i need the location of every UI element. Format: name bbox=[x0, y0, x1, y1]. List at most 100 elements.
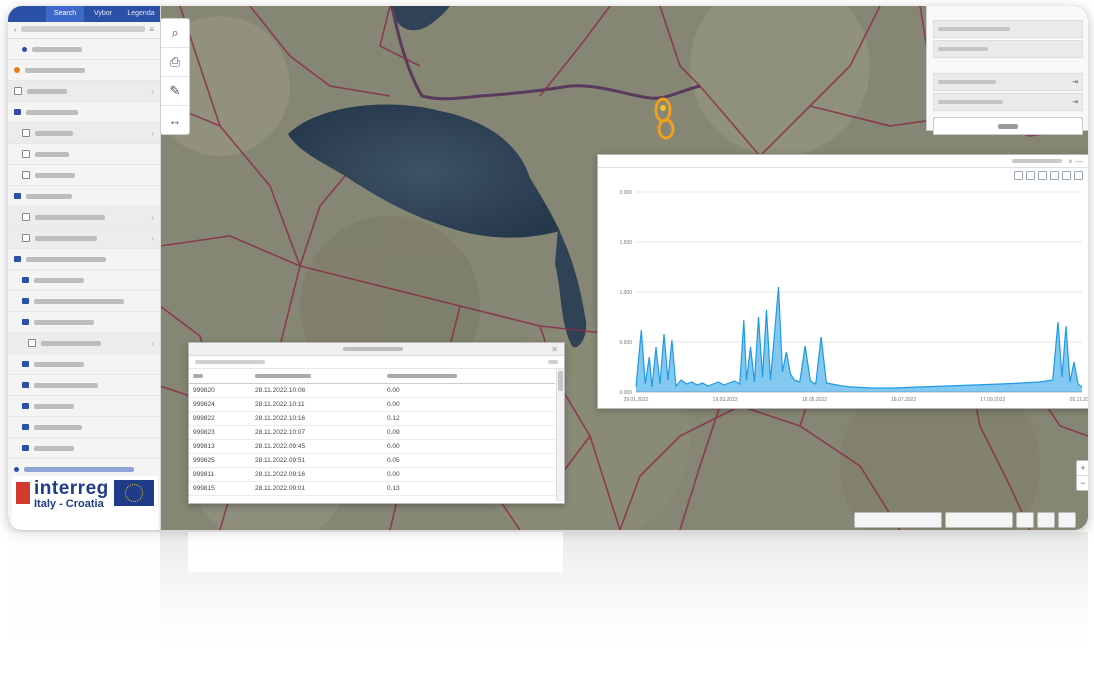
chevron-icon[interactable]: › bbox=[151, 213, 154, 222]
pan-icon[interactable] bbox=[1050, 171, 1059, 180]
table-scrollbar[interactable] bbox=[556, 369, 564, 501]
table-row[interactable]: 999822 28.11.2022.10:16 0.12 bbox=[189, 411, 555, 426]
info-icon[interactable] bbox=[1037, 512, 1055, 528]
tab-home[interactable] bbox=[8, 6, 46, 22]
layer-checkbox[interactable] bbox=[22, 129, 30, 137]
home-icon[interactable] bbox=[1062, 171, 1071, 180]
y-tick-label: 2.000 bbox=[619, 190, 632, 196]
table-row[interactable]: 999823 28.11.2022.10:07 0.09 bbox=[189, 425, 555, 440]
sidebar-header: ‹ ≡ bbox=[8, 22, 160, 39]
table-row[interactable]: 999825 28.11.2022.09:51 0.05 bbox=[189, 453, 555, 468]
layer-row[interactable]: › bbox=[8, 81, 160, 102]
chart-window-label bbox=[1012, 159, 1063, 163]
projection-select[interactable] bbox=[945, 512, 1013, 528]
column-header-time[interactable] bbox=[251, 369, 383, 384]
layer-row[interactable]: › bbox=[8, 333, 160, 354]
folder-icon bbox=[14, 256, 21, 262]
menu-icon[interactable] bbox=[1074, 171, 1083, 180]
attribute-table: 999820 28.11.2022.10:08 0.00 999824 28.11.2… bbox=[189, 369, 555, 496]
chart-window-titlebar: × — bbox=[598, 155, 1088, 168]
pencil-icon[interactable]: ✎ bbox=[161, 77, 189, 106]
layer-group-row[interactable] bbox=[8, 312, 160, 333]
layer-group-row[interactable] bbox=[8, 375, 160, 396]
chevron-icon[interactable]: › bbox=[151, 339, 154, 348]
column-header-id[interactable] bbox=[189, 369, 251, 384]
attribute-field[interactable] bbox=[933, 20, 1083, 38]
ruler-icon[interactable]: ↔ bbox=[161, 106, 189, 134]
close-icon[interactable]: × — bbox=[1068, 157, 1083, 166]
layer-checkbox[interactable] bbox=[22, 171, 30, 179]
chart-window: × — 0.000 0.500 1.000 1.500 2.000 29.01.2022 1… bbox=[597, 154, 1088, 409]
layer-group-row[interactable] bbox=[8, 102, 160, 123]
time-series-chart[interactable]: 0.000 0.500 1.000 1.500 2.000 29.01.2022 19.03… bbox=[598, 168, 1088, 408]
layer-group-row[interactable] bbox=[8, 354, 160, 375]
zoom-in-icon[interactable]: + bbox=[1077, 461, 1088, 476]
chevron-icon[interactable]: › bbox=[151, 234, 154, 243]
table-settings-icon[interactable] bbox=[548, 360, 558, 364]
layer-checkbox[interactable] bbox=[22, 213, 30, 221]
table-row[interactable]: 999813 28.11.2022.09:45 0.00 bbox=[189, 439, 555, 454]
attribute-field[interactable]: ⇥ bbox=[933, 93, 1083, 111]
attribute-field[interactable] bbox=[933, 40, 1083, 58]
table-cell: 0.00 bbox=[383, 383, 555, 398]
fullscreen-icon[interactable] bbox=[1058, 512, 1076, 528]
arrow-icon[interactable]: ⇥ bbox=[1072, 78, 1078, 86]
layer-group-row[interactable] bbox=[8, 438, 160, 459]
locate-icon[interactable] bbox=[1016, 512, 1034, 528]
x-tick-label: 17.09.2022 bbox=[980, 397, 1005, 403]
layer-row[interactable] bbox=[8, 144, 160, 165]
table-cell: 0.00 bbox=[383, 439, 555, 454]
folder-icon bbox=[14, 109, 21, 115]
zoom-in-icon[interactable] bbox=[1014, 171, 1023, 180]
layer-checkbox[interactable] bbox=[28, 339, 36, 347]
layer-row[interactable]: › bbox=[8, 207, 160, 228]
layer-row[interactable] bbox=[8, 39, 160, 60]
layer-group-row[interactable] bbox=[8, 249, 160, 270]
layer-checkbox[interactable] bbox=[14, 87, 22, 95]
table-row[interactable]: 999820 28.11.2022.10:08 0.00 bbox=[189, 383, 555, 398]
table-cell: 28.11.2022.09:45 bbox=[251, 439, 383, 454]
layer-group-row[interactable] bbox=[8, 417, 160, 438]
gis-application-window: Search Vybor Legenda ‹ ≡ › › › › › inter… bbox=[8, 6, 1088, 530]
sidebar-header-text bbox=[20, 26, 146, 32]
tab-search[interactable]: Search bbox=[46, 6, 84, 22]
print-icon[interactable]: ⎙ bbox=[161, 48, 189, 77]
chevron-icon[interactable]: › bbox=[151, 87, 154, 96]
layer-group-row[interactable] bbox=[8, 270, 160, 291]
layer-group-row[interactable] bbox=[8, 396, 160, 417]
layer-row[interactable] bbox=[8, 165, 160, 186]
table-row[interactable]: 999811 28.11.2022.09:16 0.00 bbox=[189, 467, 555, 482]
collapse-arrow-icon[interactable]: ‹ bbox=[14, 25, 17, 34]
table-cell: 999824 bbox=[189, 397, 251, 412]
arrow-icon[interactable]: ⇥ bbox=[1072, 98, 1078, 106]
table-row[interactable]: 999815 28.11.2022.09:01 0.13 bbox=[189, 481, 555, 496]
layer-row[interactable] bbox=[8, 60, 160, 81]
window-reflection bbox=[8, 532, 1088, 678]
magnify-icon[interactable] bbox=[1038, 171, 1047, 180]
zoom-out-icon[interactable]: − bbox=[1077, 476, 1088, 490]
attribute-field[interactable]: ⇥ bbox=[933, 73, 1083, 91]
layer-checkbox[interactable] bbox=[22, 234, 30, 242]
tab-select[interactable]: Vybor bbox=[84, 6, 122, 22]
layer-checkbox[interactable] bbox=[22, 150, 30, 158]
attribute-panel: ⇥ ⇥ bbox=[926, 6, 1088, 135]
zoom-out-icon[interactable] bbox=[1026, 171, 1035, 180]
close-icon[interactable]: ✕ bbox=[551, 345, 558, 354]
layer-group-row[interactable] bbox=[8, 291, 160, 312]
table-cell: 999822 bbox=[189, 411, 251, 426]
chevron-icon[interactable]: › bbox=[151, 129, 154, 138]
search-icon[interactable]: ⌕ bbox=[161, 19, 189, 48]
table-row[interactable]: 999824 28.11.2022.10:11 0.00 bbox=[189, 397, 555, 412]
layer-row[interactable]: › bbox=[8, 228, 160, 249]
tab-legend[interactable]: Legenda bbox=[122, 6, 160, 22]
attribute-panel-button[interactable] bbox=[933, 117, 1083, 135]
layer-group-row[interactable] bbox=[8, 186, 160, 207]
layer-row[interactable]: › bbox=[8, 123, 160, 144]
layer-sidebar: Search Vybor Legenda ‹ ≡ › › › › › inter… bbox=[8, 6, 161, 530]
scrollbar-thumb[interactable] bbox=[558, 371, 563, 391]
table-pagination[interactable] bbox=[195, 360, 265, 364]
column-header-value[interactable] bbox=[383, 369, 555, 384]
folder-icon bbox=[14, 193, 21, 199]
folder-icon bbox=[22, 445, 29, 451]
menu-icon[interactable]: ≡ bbox=[149, 25, 154, 34]
